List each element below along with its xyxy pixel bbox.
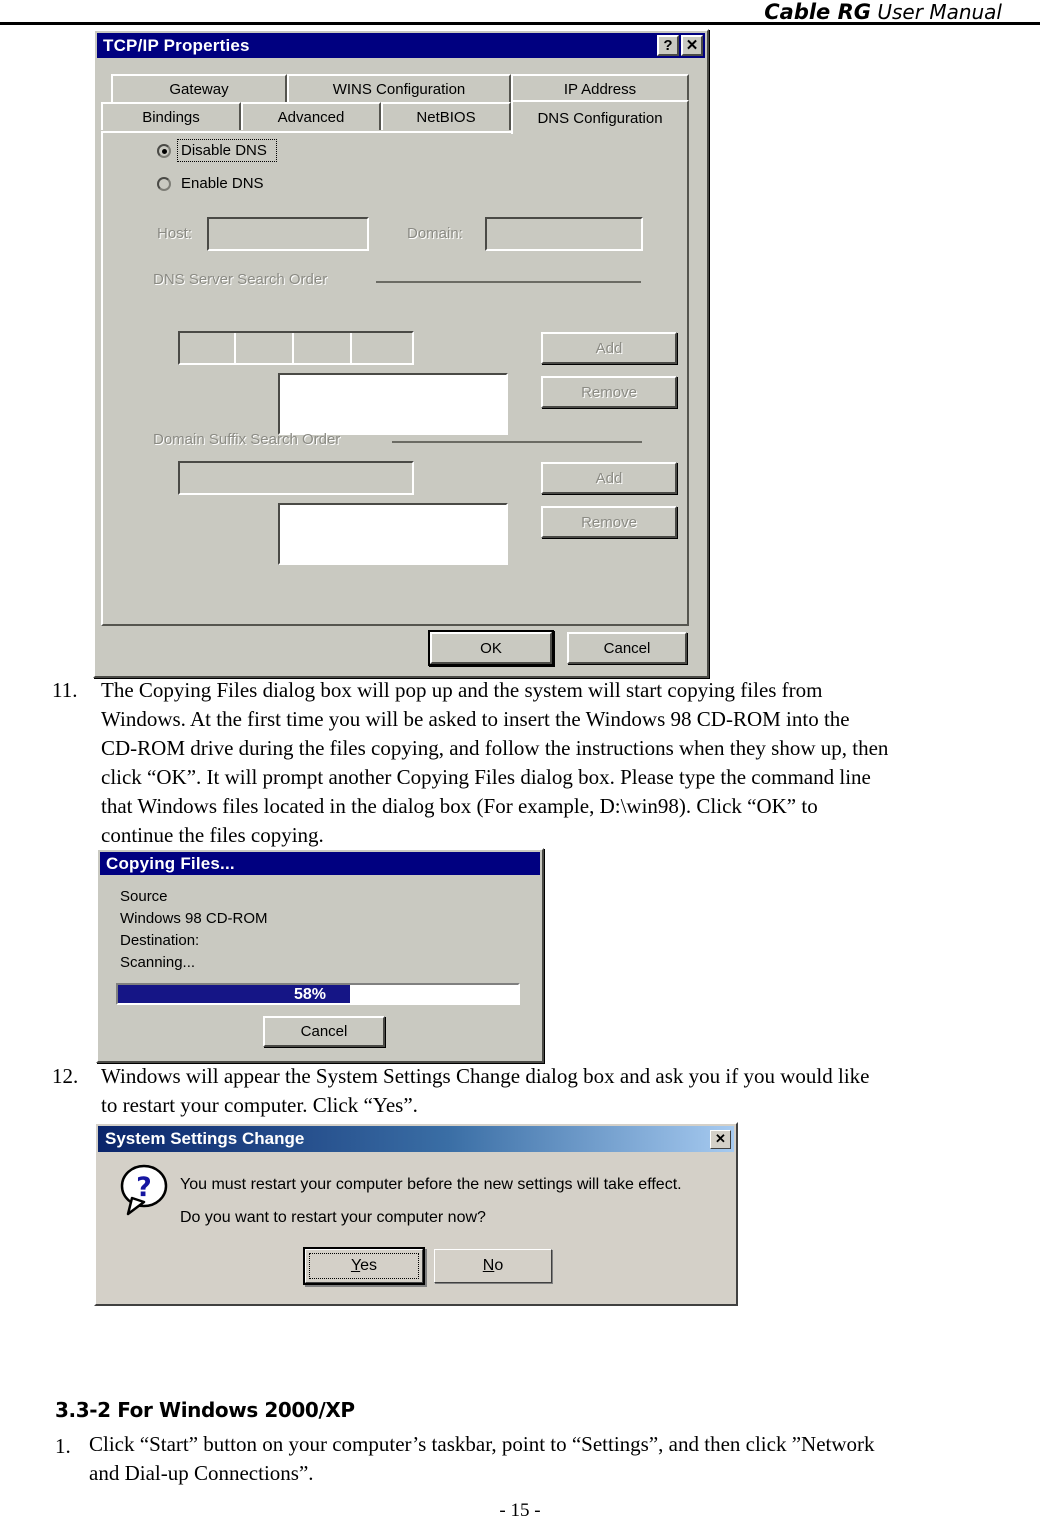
system-settings-title: System Settings Change (105, 1129, 305, 1148)
section-step-1-number: 1. (55, 1434, 71, 1458)
dns-remove-button[interactable]: Remove (541, 376, 677, 408)
disable-dns-radio[interactable] (157, 144, 171, 158)
help-button[interactable]: ? (657, 35, 679, 56)
dns-add-button[interactable]: Add (541, 332, 677, 364)
page-header: Cable RG User Manual (0, 0, 1040, 26)
step-12-number: 12. (52, 1064, 79, 1088)
ip-separator-1 (234, 333, 236, 363)
tcpip-properties-dialog: TCP/IP Properties ? ✕ Gateway WINS Confi… (93, 29, 709, 678)
no-button-label: No (483, 1257, 503, 1275)
system-settings-message-line-1: You must restart your computer before th… (180, 1176, 682, 1193)
domain-suffix-groove (392, 441, 642, 443)
tab-gateway[interactable]: Gateway (111, 74, 287, 102)
copying-source-label: Source (120, 888, 168, 905)
step-11-text: The Copying Files dialog box will pop up… (101, 676, 1031, 850)
copying-files-titlebar: Copying Files... (100, 852, 540, 875)
page-footer: - 15 - (499, 1500, 541, 1521)
step-11-number: 11. (52, 678, 78, 702)
domain-suffix-input[interactable] (178, 461, 414, 495)
tab-netbios[interactable]: NetBIOS (381, 102, 511, 130)
disable-dns-label[interactable]: Disable DNS (181, 142, 267, 159)
manual-title-suffix: User Manual (871, 0, 1002, 24)
tab-ip-address[interactable]: IP Address (511, 74, 689, 102)
section-heading: 3.3-2 For Windows 2000/XP (55, 1398, 355, 1422)
section-step-1-line-1: Click “Start” button on your computer’s … (89, 1432, 875, 1456)
copy-progress-label: 58% (294, 986, 327, 1003)
copying-cancel-button[interactable]: Cancel (263, 1016, 385, 1047)
no-button-mnemonic: N (482, 1257, 495, 1274)
suffix-add-button[interactable]: Add (541, 462, 677, 494)
copying-destination-label: Destination: (120, 932, 200, 949)
tab-dns-configuration[interactable]: DNS Configuration (511, 100, 689, 134)
step-12-text: Windows will appear the System Settings … (101, 1062, 1031, 1120)
host-label: Host: (157, 225, 193, 242)
step-11-line-4: click “OK”. It will prompt another Copyi… (101, 765, 871, 789)
enable-dns-label[interactable]: Enable DNS (181, 175, 264, 192)
disable-dns-radio-dot (161, 148, 167, 154)
copy-progress-bar: 58% (116, 983, 520, 1005)
dns-server-list[interactable] (278, 373, 508, 435)
dns-search-order-label: DNS Server Search Order (153, 271, 328, 288)
manual-title: Cable RG User Manual (764, 0, 1002, 24)
section-step-1-text: Click “Start” button on your computer’s … (89, 1430, 1039, 1488)
system-settings-change-dialog: System Settings Change ✕ ? You must rest… (94, 1122, 738, 1306)
tab-bindings[interactable]: Bindings (101, 102, 241, 130)
step-12-line-2: to restart your computer. Click “Yes”. (101, 1093, 418, 1117)
ip-separator-3 (350, 333, 352, 363)
enable-dns-radio[interactable] (157, 177, 171, 191)
yes-button[interactable]: Yes (305, 1249, 423, 1283)
step-11-line-1: The Copying Files dialog box will pop up… (101, 678, 823, 702)
domain-label: Domain: (407, 225, 463, 242)
copying-source-value: Windows 98 CD-ROM (120, 910, 268, 927)
tab-wins-configuration[interactable]: WINS Configuration (287, 74, 511, 102)
domain-input[interactable] (485, 217, 643, 251)
section-step-1-line-2: and Dial-up Connections”. (89, 1461, 314, 1485)
no-button[interactable]: No (434, 1249, 552, 1283)
step-11-line-6: continue the files copying. (101, 823, 324, 847)
step-11-line-3: CD-ROM drive during the files copying, a… (101, 736, 889, 760)
system-settings-message-line-2: Do you want to restart your computer now… (180, 1209, 486, 1226)
close-icon[interactable]: ✕ (681, 35, 703, 56)
host-input[interactable] (207, 217, 369, 251)
suffix-remove-button[interactable]: Remove (541, 506, 677, 538)
yes-button-focus-ring (309, 1253, 419, 1279)
copying-files-title: Copying Files... (106, 853, 235, 873)
step-11-line-2: Windows. At the first time you will be a… (101, 707, 850, 731)
cancel-button[interactable]: Cancel (567, 632, 687, 664)
dns-server-ip-input[interactable] (178, 331, 414, 365)
tcpip-titlebar: TCP/IP Properties ? ✕ (97, 33, 705, 58)
manual-title-brand: Cable RG (764, 0, 872, 24)
system-settings-titlebar: System Settings Change ✕ (98, 1126, 734, 1152)
tab-advanced[interactable]: Advanced (241, 102, 381, 130)
domain-suffix-search-order-label: Domain Suffix Search Order (153, 431, 341, 448)
tcpip-title: TCP/IP Properties (103, 35, 250, 55)
close-icon[interactable]: ✕ (710, 1129, 731, 1149)
step-11-line-5: that Windows files located in the dialog… (101, 794, 818, 818)
header-divider (0, 22, 1040, 25)
domain-suffix-list[interactable] (278, 503, 508, 565)
no-button-suffix: o (494, 1257, 504, 1274)
copying-files-dialog: Copying Files... Source Windows 98 CD-RO… (96, 848, 544, 1063)
step-12-line-1: Windows will appear the System Settings … (101, 1064, 870, 1088)
svg-text:?: ? (136, 1172, 152, 1203)
dns-search-order-groove (376, 281, 641, 283)
ok-button[interactable]: OK (430, 632, 552, 664)
question-bubble-icon: ? (118, 1164, 170, 1216)
copying-status: Scanning... (120, 954, 196, 971)
ip-separator-2 (292, 333, 294, 363)
